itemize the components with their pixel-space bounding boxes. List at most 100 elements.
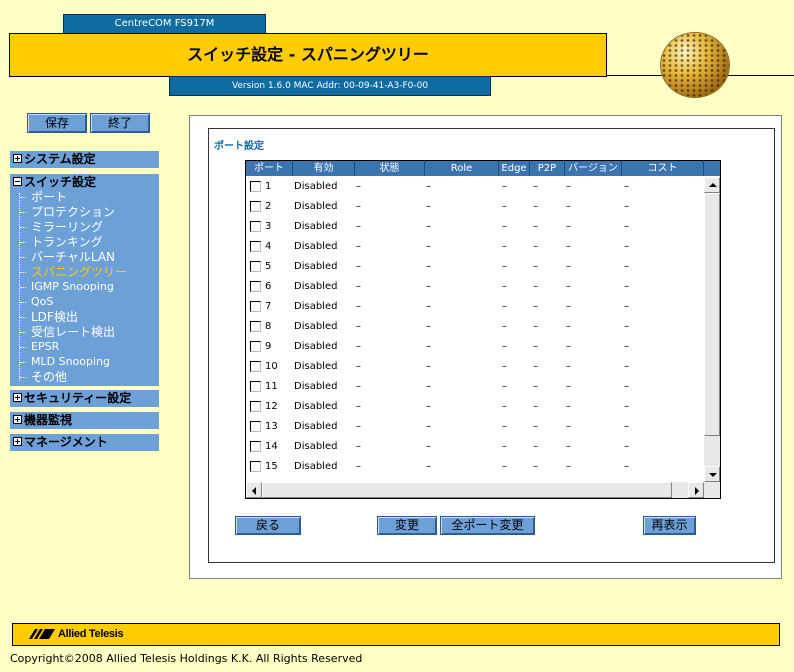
cell-role: –	[426, 321, 431, 332]
sidebar-item[interactable]: バーチャルLAN	[31, 250, 115, 264]
port-select-checkbox[interactable]	[250, 241, 261, 252]
port-select-checkbox[interactable]	[250, 321, 261, 332]
port-select-checkbox[interactable]	[250, 361, 261, 372]
nav-device-monitor[interactable]: 機器監視	[10, 412, 159, 429]
cell-p2p: –	[533, 241, 538, 252]
arrow-up-icon	[709, 183, 717, 187]
port-select-checkbox[interactable]	[250, 221, 261, 232]
port-select-checkbox[interactable]	[250, 401, 261, 412]
cell-port: 7	[265, 301, 272, 312]
table-row: 13 Disabled – – – – – –	[246, 417, 704, 437]
cell-p2p: –	[533, 441, 538, 452]
port-select-checkbox[interactable]	[250, 381, 261, 392]
nav-security-settings[interactable]: セキュリティー設定	[10, 390, 159, 407]
cell-enabled: Disabled	[294, 301, 338, 312]
table-row: 7 Disabled – – – – – –	[246, 297, 704, 317]
tree-connector-tick	[20, 347, 26, 348]
change-all-ports-button[interactable]: 全ポート変更	[440, 516, 535, 535]
sidebar-item[interactable]: その他	[31, 370, 67, 384]
cell-enabled: Disabled	[294, 441, 338, 452]
tree-connector-tick	[20, 242, 26, 243]
port-select-checkbox[interactable]	[250, 261, 261, 272]
tree-connector-tick	[20, 302, 26, 303]
sidebar-item[interactable]: IGMP Snooping	[31, 280, 114, 294]
table-row: 6 Disabled – – – – – –	[246, 277, 704, 297]
horizontal-scroll-thumb[interactable]	[262, 482, 672, 498]
save-button[interactable]: 保存	[27, 113, 87, 133]
tree-connector-tick	[20, 257, 26, 258]
cell-enabled: Disabled	[294, 321, 338, 332]
nav-label: スイッチ設定	[24, 175, 97, 189]
refresh-button[interactable]: 再表示	[643, 516, 696, 535]
sidebar-item[interactable]: ミラーリング	[31, 220, 103, 234]
cell-state: –	[356, 401, 361, 412]
cell-state: –	[356, 261, 361, 272]
cell-port: 6	[265, 281, 272, 292]
nav-label: 機器監視	[24, 413, 73, 427]
cell-cost: –	[624, 381, 629, 392]
expand-icon	[13, 154, 22, 163]
cell-role: –	[426, 281, 431, 292]
sidebar-item[interactable]: 受信レート検出	[31, 325, 115, 339]
port-select-checkbox[interactable]	[250, 181, 261, 192]
sidebar-item[interactable]: スパニングツリー	[31, 265, 127, 279]
cell-p2p: –	[533, 421, 538, 432]
port-select-checkbox[interactable]	[250, 201, 261, 212]
nav-management[interactable]: マネージメント	[10, 434, 159, 451]
cell-enabled: Disabled	[294, 341, 338, 352]
sidebar-item[interactable]: プロテクション	[31, 205, 115, 219]
scroll-right-button[interactable]	[688, 482, 704, 498]
cell-p2p: –	[533, 281, 538, 292]
column-header: バージョン	[565, 161, 622, 176]
sidebar-item[interactable]: EPSR	[31, 340, 59, 354]
cell-edge: –	[502, 341, 507, 352]
back-button[interactable]: 戻る	[235, 516, 301, 535]
sidebar-item[interactable]: ポート	[31, 190, 67, 204]
port-select-checkbox[interactable]	[250, 461, 261, 472]
cell-enabled: Disabled	[294, 401, 338, 412]
cell-version: –	[566, 281, 571, 292]
column-header: 状態	[355, 161, 425, 176]
nav-label: マネージメント	[24, 435, 108, 449]
cell-enabled: Disabled	[294, 421, 338, 432]
cell-version: –	[566, 381, 571, 392]
scrollbar-corner	[704, 482, 720, 498]
cell-edge: –	[502, 381, 507, 392]
cell-cost: –	[624, 401, 629, 412]
cell-port: 8	[265, 321, 272, 332]
cell-p2p: –	[533, 201, 538, 212]
table-row: 15 Disabled – – – – – –	[246, 457, 704, 477]
cell-state: –	[356, 441, 361, 452]
sidebar-item[interactable]: LDF検出	[31, 310, 78, 324]
collapse-icon	[13, 177, 22, 186]
cell-edge: –	[502, 281, 507, 292]
change-button[interactable]: 変更	[377, 516, 437, 535]
cell-role: –	[426, 381, 431, 392]
port-select-checkbox[interactable]	[250, 341, 261, 352]
cell-role: –	[426, 341, 431, 352]
cell-p2p: –	[533, 321, 538, 332]
sidebar-item[interactable]: トランキング	[31, 235, 103, 249]
cell-edge: –	[502, 221, 507, 232]
cell-port: 11	[265, 381, 278, 392]
scroll-down-button[interactable]	[704, 466, 720, 482]
sidebar-item[interactable]: QoS	[31, 295, 53, 309]
tree-connector-tick	[20, 287, 26, 288]
scroll-up-button[interactable]	[704, 177, 720, 193]
tree-connector-tick	[20, 362, 26, 363]
cell-edge: –	[502, 201, 507, 212]
cell-state: –	[356, 321, 361, 332]
cell-role: –	[426, 401, 431, 412]
port-select-checkbox[interactable]	[250, 281, 261, 292]
nav-switch-settings[interactable]: スイッチ設定	[13, 174, 96, 191]
vertical-scroll-thumb[interactable]	[704, 193, 720, 436]
nav-system-settings[interactable]: システム設定	[10, 151, 159, 168]
port-select-checkbox[interactable]	[250, 301, 261, 312]
sidebar-item[interactable]: MLD Snooping	[31, 355, 110, 369]
scroll-left-button[interactable]	[246, 482, 262, 498]
exit-button[interactable]: 終了	[90, 113, 150, 133]
port-select-checkbox[interactable]	[250, 441, 261, 452]
port-select-checkbox[interactable]	[250, 421, 261, 432]
cell-edge: –	[502, 301, 507, 312]
table-row: 1 Disabled – – – – – –	[246, 177, 704, 197]
